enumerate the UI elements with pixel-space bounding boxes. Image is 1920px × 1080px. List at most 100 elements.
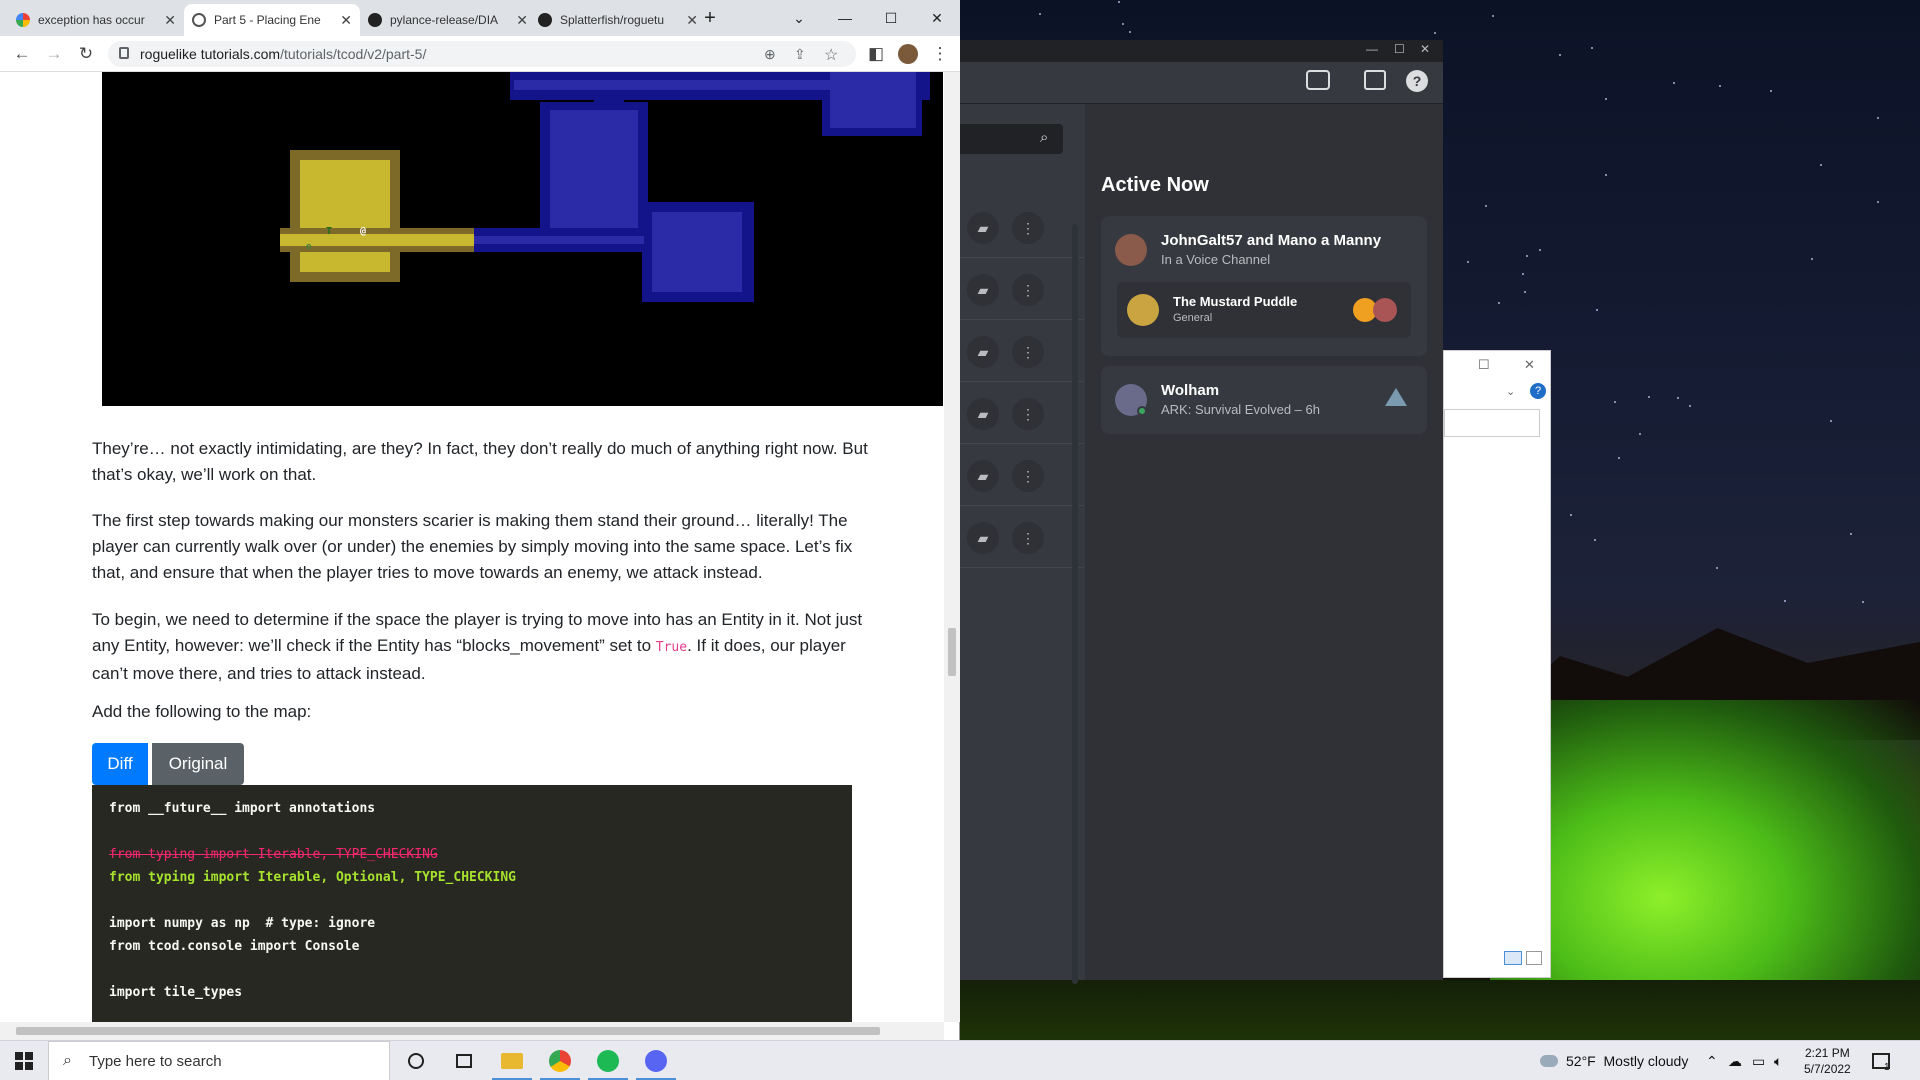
- scroll-thumb[interactable]: [16, 1027, 880, 1035]
- star: [1715, 567, 1718, 570]
- new-group-dm-icon[interactable]: [1306, 70, 1330, 90]
- spotify-icon[interactable]: [584, 1041, 632, 1080]
- message-icon[interactable]: ▰: [967, 398, 999, 430]
- menu-icon[interactable]: ⋮: [928, 42, 952, 66]
- details-view-icon[interactable]: [1504, 951, 1522, 965]
- avatar[interactable]: [896, 42, 920, 66]
- task-view-icon[interactable]: [440, 1041, 488, 1080]
- activity-card[interactable]: Wolham ARK: Survival Evolved – 6h: [1101, 366, 1427, 434]
- star: [1485, 204, 1488, 207]
- original-button[interactable]: Original: [152, 743, 244, 785]
- tab-label: Part 5 - Placing Ene: [214, 13, 321, 27]
- network-icon[interactable]: ▭: [1752, 1041, 1765, 1080]
- search-input[interactable]: ⌕: [960, 124, 1063, 154]
- cortana-icon[interactable]: [392, 1041, 440, 1080]
- star: [1673, 81, 1676, 84]
- windows-start-icon[interactable]: [0, 1041, 48, 1080]
- message-icon[interactable]: ▰: [967, 212, 999, 244]
- list-item[interactable]: ▰ ⋮: [960, 260, 1084, 320]
- onedrive-icon[interactable]: ☁: [1728, 1041, 1742, 1080]
- tab-exception[interactable]: exception has occur ✕: [8, 4, 184, 36]
- star: [1595, 309, 1598, 312]
- list-item[interactable]: ▰ ⋮: [960, 322, 1084, 382]
- diff-button[interactable]: Diff: [92, 743, 148, 785]
- taskbar: ⌕ Type here to search 52°F Mostly cloudy…: [0, 1040, 1920, 1080]
- inbox-icon[interactable]: [1364, 70, 1386, 90]
- message-icon[interactable]: ▰: [967, 336, 999, 368]
- more-icon[interactable]: ⋮: [1012, 212, 1044, 244]
- share-icon[interactable]: ⇪: [794, 46, 806, 63]
- scroll-thumb[interactable]: [948, 628, 956, 676]
- close-icon[interactable]: ✕: [340, 12, 352, 29]
- chevron-down-icon[interactable]: ⌄: [1506, 385, 1515, 398]
- help-icon[interactable]: ?: [1530, 383, 1546, 399]
- tab-bar: exception has occur ✕ Part 5 - Placing E…: [0, 0, 960, 36]
- list-item[interactable]: ▰ ⋮: [960, 198, 1084, 258]
- taskbar-search-input[interactable]: ⌕ Type here to search: [48, 1041, 390, 1080]
- forward-button[interactable]: →: [42, 42, 66, 66]
- chrome-window: exception has occur ✕ Part 5 - Placing E…: [0, 0, 960, 1040]
- message-icon[interactable]: ▰: [967, 274, 999, 306]
- more-icon[interactable]: ⋮: [1012, 522, 1044, 554]
- card-status: ARK: Survival Evolved – 6h: [1161, 402, 1320, 417]
- sidepanel-icon[interactable]: ◧: [864, 42, 888, 66]
- star: [1638, 432, 1641, 435]
- star: [1718, 84, 1721, 87]
- tab-part5[interactable]: Part 5 - Placing Ene ✕: [184, 4, 360, 36]
- more-icon[interactable]: ⋮: [1012, 274, 1044, 306]
- list-item[interactable]: ▰ ⋮: [960, 384, 1084, 444]
- tab-label: Splatterfish/roguetu: [560, 13, 665, 27]
- chrome-icon[interactable]: [536, 1041, 584, 1080]
- activity-card[interactable]: JohnGalt57 and Mano a Manny In a Voice C…: [1101, 216, 1427, 356]
- search-icon: ⌕: [63, 1052, 72, 1069]
- chevron-up-icon[interactable]: ⌃: [1706, 1041, 1718, 1080]
- discord-window: — ☐ ✕ ? ⌕ ▰ ⋮ ▰ ⋮ ▰ ⋮ ▰ ⋮ ▰ ⋮ ▰ ⋮ Active Now J…: [960, 40, 1443, 984]
- star: [1677, 396, 1680, 399]
- chevron-down-icon[interactable]: ⌄: [776, 0, 822, 36]
- star: [1467, 261, 1469, 264]
- star: [1876, 201, 1879, 204]
- grass: [960, 980, 1920, 1040]
- more-icon[interactable]: ⋮: [1012, 460, 1044, 492]
- new-tab-button[interactable]: +: [692, 0, 728, 36]
- server-name: The Mustard Puddle: [1173, 294, 1298, 309]
- zoom-icon[interactable]: ⊕: [764, 46, 776, 63]
- orc-glyph: o: [306, 242, 312, 252]
- maximize-button[interactable]: ☐: [868, 0, 914, 36]
- voice-channel-box[interactable]: The Mustard Puddle General: [1117, 282, 1411, 338]
- back-button[interactable]: ←: [10, 42, 34, 66]
- more-icon[interactable]: ⋮: [1012, 336, 1044, 368]
- star-icon[interactable]: ☆: [824, 45, 838, 65]
- maximize-button[interactable]: ☐: [1478, 357, 1490, 373]
- minimize-button[interactable]: —: [1366, 42, 1378, 56]
- tiles-view-icon[interactable]: [1526, 951, 1542, 965]
- vertical-scrollbar[interactable]: [944, 72, 960, 1022]
- minimize-button[interactable]: —: [822, 0, 868, 36]
- close-icon[interactable]: ✕: [164, 12, 176, 29]
- close-icon[interactable]: ✕: [516, 12, 528, 29]
- close-window-button[interactable]: ✕: [1524, 357, 1535, 373]
- close-window-button[interactable]: ✕: [914, 0, 960, 36]
- discord-icon[interactable]: [632, 1041, 680, 1080]
- volume-icon[interactable]: 🔈︎: [1774, 1041, 1782, 1080]
- file-explorer-icon[interactable]: [488, 1041, 536, 1080]
- maximize-button[interactable]: ☐: [1394, 42, 1405, 56]
- tab-splatterfish[interactable]: Splatterfish/roguetu ✕: [530, 4, 706, 36]
- star: [1569, 514, 1572, 517]
- close-window-button[interactable]: ✕: [1420, 42, 1430, 56]
- message-icon[interactable]: ▰: [967, 460, 999, 492]
- url-field[interactable]: roguelike tutorials.com/tutorials/tcod/v…: [108, 41, 856, 67]
- clock[interactable]: 2:21 PM 5/7/2022: [1804, 1041, 1851, 1080]
- help-icon[interactable]: ?: [1406, 70, 1428, 92]
- weather-widget[interactable]: 52°F Mostly cloudy: [1540, 1041, 1688, 1080]
- scrollbar[interactable]: [1072, 224, 1078, 984]
- list-item[interactable]: ▰ ⋮: [960, 508, 1084, 568]
- reload-button[interactable]: ↻: [74, 42, 98, 66]
- horizontal-scrollbar[interactable]: [0, 1022, 944, 1040]
- tab-pylance[interactable]: pylance-release/DIA ✕: [360, 4, 536, 36]
- message-icon[interactable]: ▰: [967, 522, 999, 554]
- input-field[interactable]: [1444, 409, 1540, 437]
- more-icon[interactable]: ⋮: [1012, 398, 1044, 430]
- notification-icon[interactable]: 1: [1872, 1041, 1890, 1080]
- list-item[interactable]: ▰ ⋮: [960, 446, 1084, 506]
